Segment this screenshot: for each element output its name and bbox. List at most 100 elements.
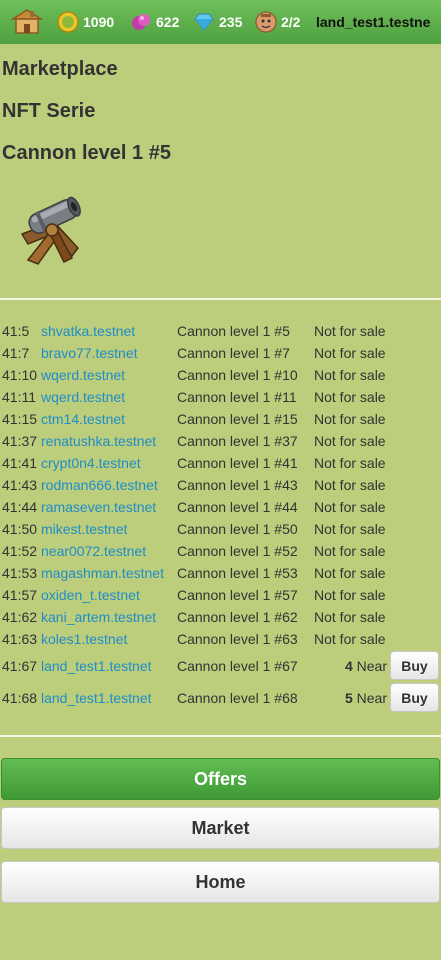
sale-status: Not for sale — [314, 587, 386, 603]
offers-button[interactable]: Offers — [1, 758, 440, 800]
owner-link[interactable]: land_test1.testnet — [41, 682, 152, 714]
table-row: 41:52 near0072.testnet Cannon level 1 #52 N… — [0, 540, 441, 562]
table-row: 41:63 koles1.testnet Cannon level 1 #63 Not… — [0, 628, 441, 650]
pink-gem-icon — [132, 14, 150, 30]
table-row: 41:44 ramaseven.testnet Cannon level 1 #44… — [0, 496, 441, 518]
price: 4 Near — [345, 650, 387, 682]
diamonds-value: 235 — [219, 14, 243, 30]
owner-link[interactable]: crypt0n4.testnet — [41, 452, 141, 474]
home-button[interactable]: Home — [1, 861, 440, 903]
price-amount: 4 — [344, 658, 353, 674]
table-row: 41:11 wqerd.testnet Cannon level 1 #11 Not … — [0, 386, 441, 408]
table-row: 41:62 kani_artem.testnet Cannon level 1 #6… — [0, 606, 441, 628]
nft-id: 41:10 — [2, 367, 38, 383]
top-bar: 1090 622 235 2/2 land_test1.testne — [0, 0, 441, 44]
table-row: 41:37 renatushka.testnet Cannon level 1 #3… — [0, 430, 441, 452]
owner-link[interactable]: koles1.testnet — [41, 628, 127, 650]
nft-name: Cannon level 1 #67 — [177, 658, 298, 674]
owner-link[interactable]: wqerd.testnet — [41, 364, 125, 386]
nft-id: 41:43 — [2, 477, 38, 493]
workers-stat: 2/2 — [255, 0, 300, 44]
owner-link[interactable]: oxiden_t.testnet — [41, 584, 140, 606]
owner-link[interactable]: wqerd.testnet — [41, 386, 125, 408]
owner-link[interactable]: shvatka.testnet — [41, 320, 135, 342]
nft-name: Cannon level 1 #11 — [177, 389, 297, 405]
table-row: 41:50 mikest.testnet Cannon level 1 #50 Not… — [0, 518, 441, 540]
divider — [0, 735, 441, 737]
owner-link[interactable]: ctm14.testnet — [41, 408, 125, 430]
sale-status: Not for sale — [314, 345, 386, 361]
nft-id: 41:67 — [2, 658, 38, 674]
owner-link[interactable]: rodman666.testnet — [41, 474, 158, 496]
nft-name: Cannon level 1 #57 — [177, 587, 298, 603]
table-row: 41:57 oxiden_t.testnet Cannon level 1 #57 N… — [0, 584, 441, 606]
price: 5 Near — [345, 682, 387, 714]
owner-link[interactable]: kani_artem.testnet — [41, 606, 156, 628]
coin-icon — [57, 11, 79, 33]
coins-stat: 1090 — [57, 0, 114, 44]
nft-id: 41:44 — [2, 499, 38, 515]
nft-name: Cannon level 1 #5 — [177, 323, 290, 339]
page-title: Marketplace — [2, 58, 118, 80]
table-row: 41:41 crypt0n4.testnet Cannon level 1 #41 N… — [0, 452, 441, 474]
diamond-icon — [194, 13, 214, 31]
table-row: 41:43 rodman666.testnet Cannon level 1 #43… — [0, 474, 441, 496]
owner-link[interactable]: ramaseven.testnet — [41, 496, 156, 518]
owner-link[interactable]: near0072.testnet — [41, 540, 146, 562]
nft-name: Cannon level 1 #43 — [177, 477, 298, 493]
cannon-image — [14, 186, 88, 266]
nft-id: 41:15 — [2, 411, 38, 427]
diamonds-stat: 235 — [193, 0, 242, 44]
worker-icon — [255, 11, 277, 33]
sale-status: Not for sale — [314, 455, 386, 471]
nft-id: 41:7 — [2, 345, 30, 361]
market-button[interactable]: Market — [1, 807, 440, 849]
table-row: 41:10 wqerd.testnet Cannon level 1 #10 Not … — [0, 364, 441, 386]
owner-link[interactable]: renatushka.testnet — [41, 430, 156, 452]
nft-id: 41:52 — [2, 543, 38, 559]
sale-status: Not for sale — [314, 499, 386, 515]
pink-gems-stat: 622 — [130, 0, 179, 44]
nft-id: 41:68 — [2, 690, 38, 706]
nft-name: Cannon level 1 #50 — [177, 521, 298, 537]
nft-id: 41:50 — [2, 521, 38, 537]
house-icon[interactable] — [10, 0, 44, 44]
pink-gems-value: 622 — [156, 14, 180, 30]
table-row: 41:68 land_test1.testnet Cannon level 1 #6… — [0, 682, 441, 714]
nft-name: Cannon level 1 #62 — [177, 609, 298, 625]
nft-id: 41:53 — [2, 565, 38, 581]
nft-name: Cannon level 1 #37 — [177, 433, 298, 449]
sale-status: Not for sale — [314, 367, 386, 383]
nft-id: 41:41 — [2, 455, 38, 471]
owner-link[interactable]: land_test1.testnet — [41, 650, 152, 682]
owner-link[interactable]: magashman.testnet — [41, 562, 164, 584]
nft-id: 41:63 — [2, 631, 38, 647]
sale-status: Not for sale — [314, 543, 386, 559]
sale-status: Not for sale — [314, 631, 386, 647]
nft-id: 41:57 — [2, 587, 38, 603]
nft-name: Cannon level 1 #15 — [177, 411, 298, 427]
serie-heading: NFT Serie — [2, 100, 96, 122]
nft-name: Cannon level 1 #7 — [177, 345, 290, 361]
price-currency: Near — [356, 658, 387, 674]
nft-id: 41:37 — [2, 433, 38, 449]
account-name[interactable]: land_test1.testne — [316, 14, 441, 30]
nft-id: 41:62 — [2, 609, 38, 625]
table-row: 41:53 magashman.testnet Cannon level 1 #53… — [0, 562, 441, 584]
nft-name: Cannon level 1 #68 — [177, 690, 298, 706]
owner-link[interactable]: mikest.testnet — [41, 518, 127, 540]
sale-status: Not for sale — [314, 389, 386, 405]
nft-id: 41:11 — [2, 389, 36, 405]
coins-value: 1090 — [83, 14, 115, 30]
nft-name: Cannon level 1 #44 — [177, 499, 298, 515]
sale-status: Not for sale — [314, 411, 386, 427]
owner-link[interactable]: bravo77.testnet — [41, 342, 138, 364]
workers-value: 2/2 — [281, 14, 301, 30]
listings-table: 41:5 shvatka.testnet Cannon level 1 #5 Not … — [0, 320, 441, 714]
sale-status: Not for sale — [314, 521, 386, 537]
table-row: 41:67 land_test1.testnet Cannon level 1 #6… — [0, 650, 441, 682]
sale-status: Not for sale — [314, 323, 386, 339]
nft-name: Cannon level 1 #10 — [177, 367, 298, 383]
buy-button[interactable]: Buy — [390, 683, 439, 712]
buy-button[interactable]: Buy — [390, 651, 439, 680]
